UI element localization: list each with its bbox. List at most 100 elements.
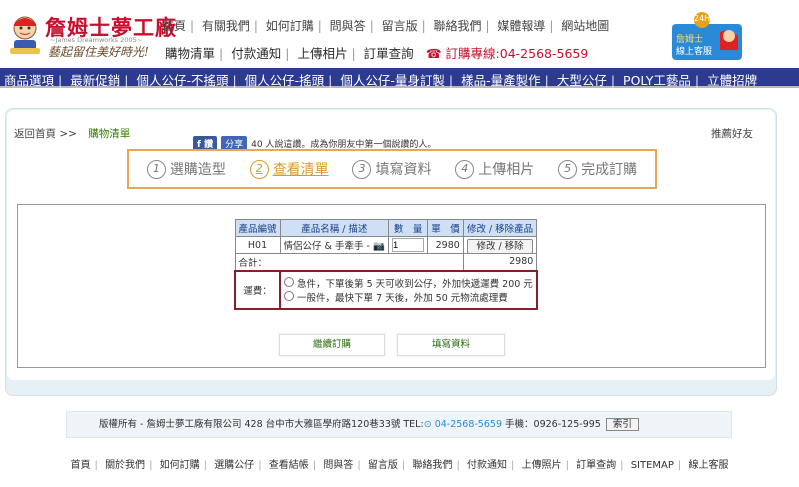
normal-label: 一般件，最快下單 7 天後，外加 50 元物流處理費 bbox=[297, 292, 508, 304]
main-nav: 商品選項 | 最新促銷 | 個人公仔-不搖頭 | 個人公仔-搖頭 | 個人公仔-量身訂製… bbox=[0, 68, 799, 88]
quantity-input[interactable] bbox=[392, 238, 425, 252]
bottom-link[interactable]: 關於我們 bbox=[105, 460, 145, 471]
table-row: H01 情侶公仔 & 手牽手 - 📷 2980 修改 / 移除 bbox=[234, 236, 538, 254]
bottom-link[interactable]: 問與答 bbox=[323, 460, 353, 471]
col-quantity: 數 量 bbox=[388, 219, 429, 237]
sub-link-order-query[interactable]: 訂單查詢 bbox=[364, 46, 414, 61]
bottom-link[interactable]: 聯絡我們 bbox=[412, 460, 452, 471]
top-link-how-to-order[interactable]: 如何訂購 bbox=[266, 19, 314, 33]
step-number: 4 bbox=[455, 159, 475, 179]
nav-item-products[interactable]: 商品選項 bbox=[4, 73, 54, 88]
shipping-fee-row: 運費： 急件，下單後第 5 天可收到公仔，外加快遞運費 200 元 一般件，最快… bbox=[233, 269, 538, 310]
nav-item-promos[interactable]: 最新促銷 bbox=[70, 73, 120, 88]
col-product-id: 產品編號 bbox=[234, 219, 281, 237]
step-1[interactable]: 1 選購造型 bbox=[146, 159, 226, 179]
breadcrumb-home[interactable]: 返回首頁 >> bbox=[14, 128, 77, 140]
step-label: 查看清單 bbox=[272, 162, 329, 178]
shipping-options: 急件，下單後第 5 天可收到公仔，外加快遞運費 200 元 一般件，最快下單 7… bbox=[279, 269, 538, 310]
hotline: ☎ 訂購專線:04-2568-5659 bbox=[426, 46, 589, 61]
bottom-link[interactable]: SITEMAP bbox=[631, 460, 674, 471]
cart-header-row: 產品編號 產品名稱 / 描述 數 量 單 價 修改 / 移除產品 bbox=[234, 219, 538, 237]
step-3[interactable]: 3 填寫資料 bbox=[352, 159, 431, 179]
brand-slogan: 藝起留住美好時光! bbox=[48, 45, 149, 59]
step-label: 選購造型 bbox=[169, 162, 226, 178]
bottom-links: 首頁 | 關於我們 | 如何訂購 | 選購公仔 | 查看結帳 | 問與答 | 留言版 | 聯絡… bbox=[70, 460, 729, 471]
recommend-friend-link[interactable]: 推薦好友 bbox=[711, 126, 753, 141]
express-label: 急件，下單後第 5 天可收到公仔，外加快遞運費 200 元 bbox=[297, 278, 533, 290]
shipping-option-normal[interactable]: 一般件，最快下單 7 天後，外加 50 元物流處理費 bbox=[284, 290, 533, 304]
camera-icon[interactable]: 📷 bbox=[373, 241, 385, 252]
nav-item-samples[interactable]: 樣品-量產製作 bbox=[461, 73, 541, 88]
bottom-link[interactable]: 首頁 bbox=[71, 460, 91, 471]
sub-link-upload[interactable]: 上傳相片 bbox=[297, 46, 347, 61]
bottom-link[interactable]: 留言版 bbox=[368, 460, 398, 471]
total-amount: 2980 bbox=[462, 253, 538, 271]
top-links: 首頁 | 有關我們 | 如何訂購 | 問與答 | 留言版 | 聯絡我們 | 媒體報導 | 網站… bbox=[162, 19, 610, 33]
fill-info-button[interactable]: 填寫資料 bbox=[397, 334, 505, 356]
top-link-guestbook[interactable]: 留言版 bbox=[382, 19, 418, 33]
cart-container: 產品編號 產品名稱 / 描述 數 量 單 價 修改 / 移除產品 H01 情侶公… bbox=[17, 204, 766, 368]
product-id: H01 bbox=[234, 236, 281, 254]
step-4[interactable]: 4 上傳相片 bbox=[455, 159, 534, 179]
bottom-link[interactable]: 訂單查詢 bbox=[576, 460, 616, 471]
breadcrumb-current: 購物清單 bbox=[88, 128, 131, 140]
bottom-link[interactable]: 如何訂購 bbox=[160, 460, 200, 471]
order-steps: 1 選購造型 2 查看清單 3 填寫資料 4 上傳相片 5 完成訂購 bbox=[127, 149, 657, 189]
step-number: 1 bbox=[146, 159, 166, 179]
nav-item-figure-static[interactable]: 個人公仔-不搖頭 bbox=[136, 73, 228, 88]
skype-icon: ⊙ bbox=[423, 419, 432, 430]
sub-link-cart[interactable]: 購物清單 bbox=[165, 46, 215, 61]
shipping-label: 運費： bbox=[233, 269, 282, 310]
step-label: 填寫資料 bbox=[375, 162, 432, 178]
nav-item-figure-custom[interactable]: 個人公仔-量身訂製 bbox=[340, 73, 445, 88]
bottom-link[interactable]: 查看結帳 bbox=[269, 460, 309, 471]
nav-item-signs[interactable]: 立體招牌 bbox=[707, 73, 757, 88]
step-2[interactable]: 2 查看清單 bbox=[249, 159, 329, 179]
continue-shopping-button[interactable]: 繼續訂購 bbox=[279, 334, 385, 356]
step-label: 完成訂購 bbox=[581, 162, 638, 178]
breadcrumb: 返回首頁 >> 購物清單 bbox=[14, 126, 130, 141]
step-number: 3 bbox=[352, 159, 372, 179]
step-number: 5 bbox=[558, 159, 578, 179]
step-5[interactable]: 5 完成訂購 bbox=[558, 159, 637, 179]
site-header: 詹姆士夢工廠 ~James Dreamworks 2005~ 藝起留住美好時光!… bbox=[0, 0, 799, 68]
quantity-cell bbox=[388, 236, 429, 254]
shipping-option-express[interactable]: 急件，下單後第 5 天可收到公仔，外加快遞運費 200 元 bbox=[284, 276, 533, 290]
nav-item-figure-bobble[interactable]: 個人公仔-搖頭 bbox=[245, 73, 325, 88]
bottom-link[interactable]: 線上客服 bbox=[688, 460, 728, 471]
col-price: 單 價 bbox=[427, 219, 464, 237]
footer: 版權所有 - 詹姆士夢工廠有限公司 428 台中市大雅區學府路120巷33號 T… bbox=[66, 411, 732, 438]
main-panel: 返回首頁 >> 購物清單 f 讚 分享 40 人說這讚。成為你朋友中第一個說讚的… bbox=[5, 108, 777, 396]
cs-label-2: 線上客服 bbox=[676, 47, 713, 57]
normal-radio[interactable] bbox=[284, 290, 295, 301]
bottom-link[interactable]: 上傳照片 bbox=[522, 460, 562, 471]
bottom-link[interactable]: 付款通知 bbox=[467, 460, 507, 471]
nav-item-poly[interactable]: POLY工藝品 bbox=[623, 73, 691, 88]
index-button[interactable]: 索引 bbox=[605, 418, 639, 431]
col-actions: 修改 / 移除產品 bbox=[462, 219, 538, 237]
top-link-contact[interactable]: 聯絡我們 bbox=[433, 19, 481, 33]
step-number: 2 bbox=[249, 159, 269, 179]
top-link-media[interactable]: 媒體報導 bbox=[497, 19, 545, 33]
modify-remove-button[interactable]: 修改 / 移除 bbox=[467, 239, 533, 254]
bottom-link[interactable]: 選購公仔 bbox=[214, 460, 254, 471]
total-label: 合計： bbox=[234, 253, 464, 271]
cart-table: 產品編號 產品名稱 / 描述 數 量 單 價 修改 / 移除產品 H01 情侶公… bbox=[233, 219, 538, 310]
mascot-logo-icon bbox=[10, 16, 40, 54]
action-cell: 修改 / 移除 bbox=[462, 236, 538, 254]
cs-badge: 24H bbox=[694, 14, 711, 23]
nav-item-large-figure[interactable]: 大型公仔 bbox=[557, 73, 607, 88]
top-link-faq[interactable]: 問與答 bbox=[330, 19, 366, 33]
unit-price: 2980 bbox=[427, 236, 464, 254]
top-link-about[interactable]: 有關我們 bbox=[202, 19, 250, 33]
top-link-sitemap[interactable]: 網站地圖 bbox=[561, 19, 609, 33]
top-link-home[interactable]: 首頁 bbox=[162, 19, 186, 33]
express-radio[interactable] bbox=[284, 276, 295, 287]
step-label: 上傳相片 bbox=[478, 162, 535, 178]
footer-tel[interactable]: 04-2568-5659 bbox=[435, 419, 502, 430]
product-name-cell: 情侶公仔 & 手牽手 - 📷 bbox=[279, 236, 390, 254]
sub-link-payment[interactable]: 付款通知 bbox=[231, 46, 281, 61]
sub-links: 購物清單 | 付款通知 | 上傳相片 | 訂單查詢 bbox=[165, 46, 414, 61]
col-product-name: 產品名稱 / 描述 bbox=[279, 219, 390, 237]
product-name: 情侶公仔 & 手牽手 - bbox=[283, 241, 370, 252]
